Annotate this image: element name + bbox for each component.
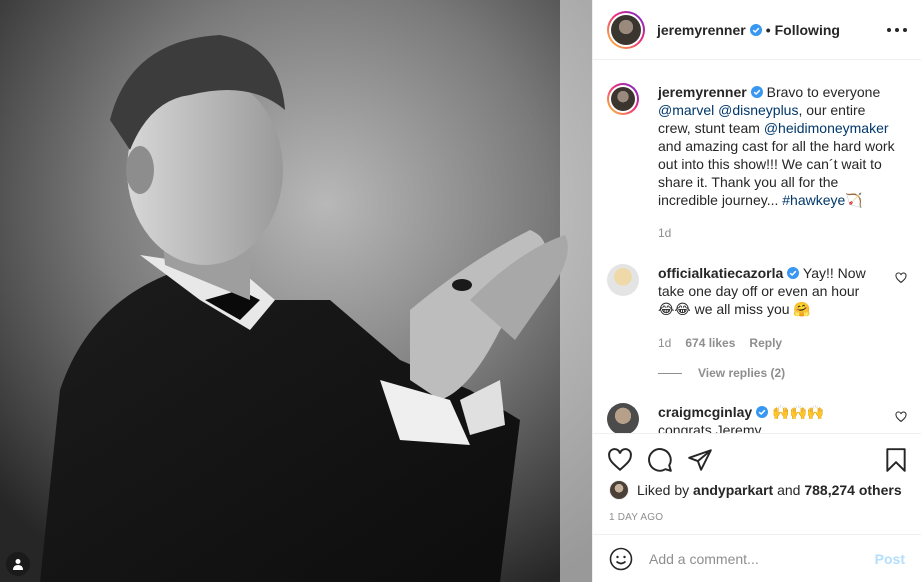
comment-meta: 1d 674 likes Reply: [658, 336, 782, 350]
like-heart-icon[interactable]: [607, 447, 633, 473]
post-photo-image: [0, 0, 592, 582]
caption-row: jeremyrenner Bravo to everyone @marvel @…: [607, 83, 907, 253]
caption-mention-link[interactable]: @marvel: [658, 102, 714, 118]
verified-badge-icon: [756, 406, 769, 418]
likes-others-link[interactable]: 788,274 others: [804, 482, 901, 498]
commenter-avatar[interactable]: [607, 403, 639, 433]
post-comment-button[interactable]: Post: [875, 551, 905, 567]
reply-button[interactable]: Reply: [749, 336, 782, 350]
liker-username[interactable]: andyparkart: [693, 482, 773, 498]
caption-username[interactable]: jeremyrenner: [658, 84, 747, 100]
post-header: jeremyrenner • Following: [593, 0, 921, 60]
user-icon: [13, 559, 23, 570]
comment-username[interactable]: officialkatiecazorla: [658, 265, 783, 281]
verified-badge-icon: [787, 267, 800, 279]
tagged-user-button[interactable]: [6, 552, 30, 576]
author-username[interactable]: jeremyrenner: [657, 22, 746, 38]
like-comment-heart-icon[interactable]: [895, 272, 907, 284]
comment-likes[interactable]: 674 likes: [685, 336, 735, 350]
verified-badge-icon: [750, 86, 763, 98]
liker-avatar[interactable]: [609, 480, 629, 500]
commenter-avatar[interactable]: [607, 264, 639, 296]
comment-bubble-icon[interactable]: [647, 447, 673, 473]
comment-line-2: 😂😂 we all miss you 🤗: [658, 301, 811, 317]
post-time-ago[interactable]: 1 DAY AGO: [609, 512, 663, 523]
save-bookmark-icon[interactable]: [883, 447, 909, 473]
verified-badge-icon: [749, 23, 762, 36]
comment-partial-text: congrats Jeremy: [658, 422, 762, 433]
add-comment-bar: Post: [593, 534, 921, 582]
caption-mention-link[interactable]: #hawkeye: [782, 192, 845, 208]
following-separator: •: [765, 21, 771, 38]
comments-list: jeremyrenner Bravo to everyone @marvel @…: [593, 61, 921, 433]
caption-mention-link[interactable]: @heidimoneymaker: [764, 120, 889, 136]
following-button[interactable]: Following: [775, 22, 840, 38]
comment-input[interactable]: [649, 550, 875, 567]
author-avatar[interactable]: [607, 10, 645, 49]
post-photo[interactable]: [0, 0, 592, 582]
caption-text-segment: Bravo to everyone: [766, 84, 881, 100]
comment-text: craigmcginlay 🙌🙌🙌 congrats Jeremy: [658, 403, 896, 433]
caption-mention-link[interactable]: @disneyplus: [718, 102, 798, 118]
likes-prefix: Liked by: [637, 482, 690, 498]
view-replies-button[interactable]: View replies (2): [658, 366, 785, 380]
comment-time: 1d: [658, 336, 672, 350]
comment-text: officialkatiecazorla Yay!! Now take one …: [658, 264, 896, 318]
action-bar: [593, 433, 921, 483]
post-detail-panel: jeremyrenner • Following jeremyrenner Br…: [592, 0, 921, 582]
likes-summary: Liked by andyparkart and 788,274 others: [609, 480, 902, 500]
caption-text-segment: 🏹: [845, 192, 863, 208]
like-comment-heart-icon[interactable]: [895, 411, 907, 423]
caption-author-avatar[interactable]: [607, 83, 639, 115]
caption-time: 1d: [658, 226, 672, 240]
comment-item: craigmcginlay 🙌🙌🙌 congrats Jeremy: [607, 403, 907, 433]
emoji-icon[interactable]: [609, 547, 633, 571]
more-options-icon[interactable]: [887, 21, 907, 39]
share-direct-icon[interactable]: [687, 447, 713, 473]
comment-item: officialkatiecazorla Yay!! Now take one …: [607, 264, 907, 394]
comment-username[interactable]: craigmcginlay: [658, 404, 752, 420]
view-replies-label: View replies (2): [698, 366, 786, 380]
caption-text: jeremyrenner Bravo to everyone @marvel @…: [658, 83, 896, 209]
caption-content: Bravo to everyone @marvel @disneyplus, o…: [658, 84, 895, 208]
comment-emoji: 🙌🙌🙌: [772, 404, 825, 420]
likes-connector: and: [777, 482, 801, 498]
